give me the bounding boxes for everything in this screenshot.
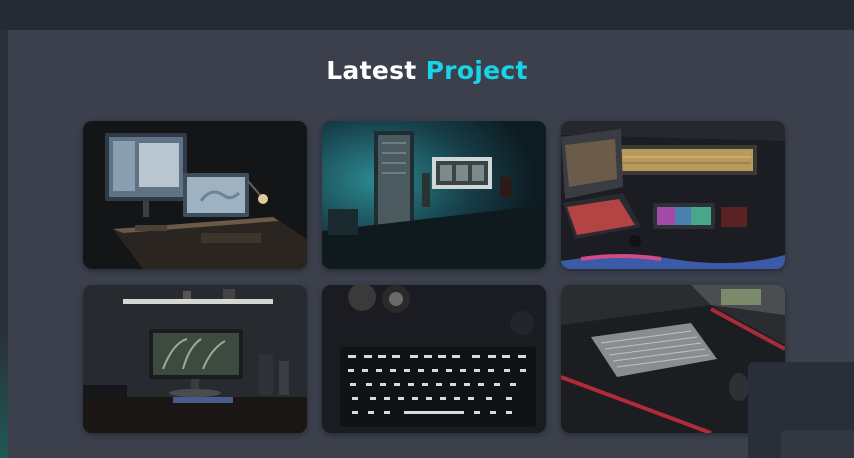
project-card-1[interactable]: [83, 121, 307, 269]
project-image: [83, 285, 307, 433]
project-card-2[interactable]: [322, 121, 546, 269]
project-image: [322, 121, 546, 269]
project-image: [322, 285, 546, 433]
project-card-3[interactable]: [561, 121, 785, 269]
top-nav-bar: [0, 0, 854, 30]
section-title-part2: Project: [425, 56, 528, 85]
project-card-5[interactable]: [322, 285, 546, 433]
project-image: [83, 121, 307, 269]
section-title-part1: Latest: [326, 56, 417, 85]
section-title: Latest Project: [0, 56, 854, 85]
project-image: [561, 121, 785, 269]
floating-panel-inner[interactable]: [781, 430, 854, 458]
left-edge-strip: [0, 30, 8, 458]
project-card-4[interactable]: [83, 285, 307, 433]
